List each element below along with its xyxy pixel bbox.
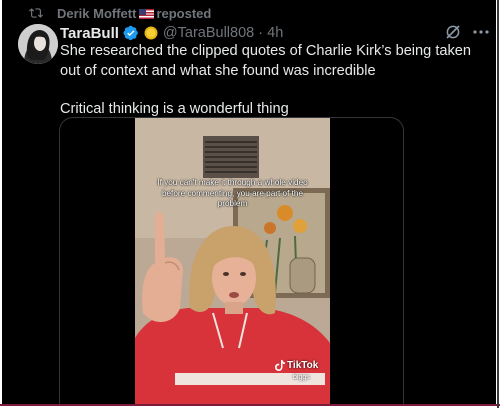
separator-dot: · — [258, 25, 264, 41]
video-player[interactable]: If you can't make it through a whole vid… — [135, 118, 330, 404]
tiktok-username: biggs — [293, 374, 310, 381]
gold-coin-icon — [144, 26, 158, 40]
verified-badge-icon — [123, 25, 138, 41]
media-container[interactable]: If you can't make it through a whole vid… — [59, 117, 404, 404]
timestamp[interactable]: 4h — [267, 25, 283, 41]
author-handle[interactable]: @TaraBull808 · 4h — [163, 25, 283, 41]
avatar[interactable] — [18, 24, 58, 64]
tiktok-logo-icon — [275, 360, 285, 371]
tiktok-watermark: TikTok — [275, 360, 318, 371]
repost-icon — [29, 8, 43, 18]
bottom-divider — [0, 404, 500, 406]
tweet-card[interactable]: Derik Moffett reposted TaraBull @TaraBull… — [2, 0, 496, 404]
reposted-label: reposted — [156, 6, 212, 21]
handle-text: @TaraBull808 — [162, 25, 255, 41]
author-name[interactable]: TaraBull — [60, 25, 119, 42]
tweet-text-line-1: She researched the clipped quotes of Cha… — [60, 43, 472, 79]
video-caption: If you can't make it through a whole vid… — [157, 178, 308, 208]
right-divider — [497, 0, 499, 408]
tiktok-label: TikTok — [287, 360, 319, 371]
more-icon[interactable] — [472, 24, 490, 40]
tweet-header: TaraBull @TaraBull808 · 4h — [60, 23, 283, 43]
tweet-text: She researched the clipped quotes of Cha… — [60, 42, 480, 120]
grok-icon[interactable] — [444, 23, 462, 41]
us-flag-icon — [139, 9, 155, 19]
reposter-name[interactable]: Derik Moffett — [57, 6, 136, 21]
